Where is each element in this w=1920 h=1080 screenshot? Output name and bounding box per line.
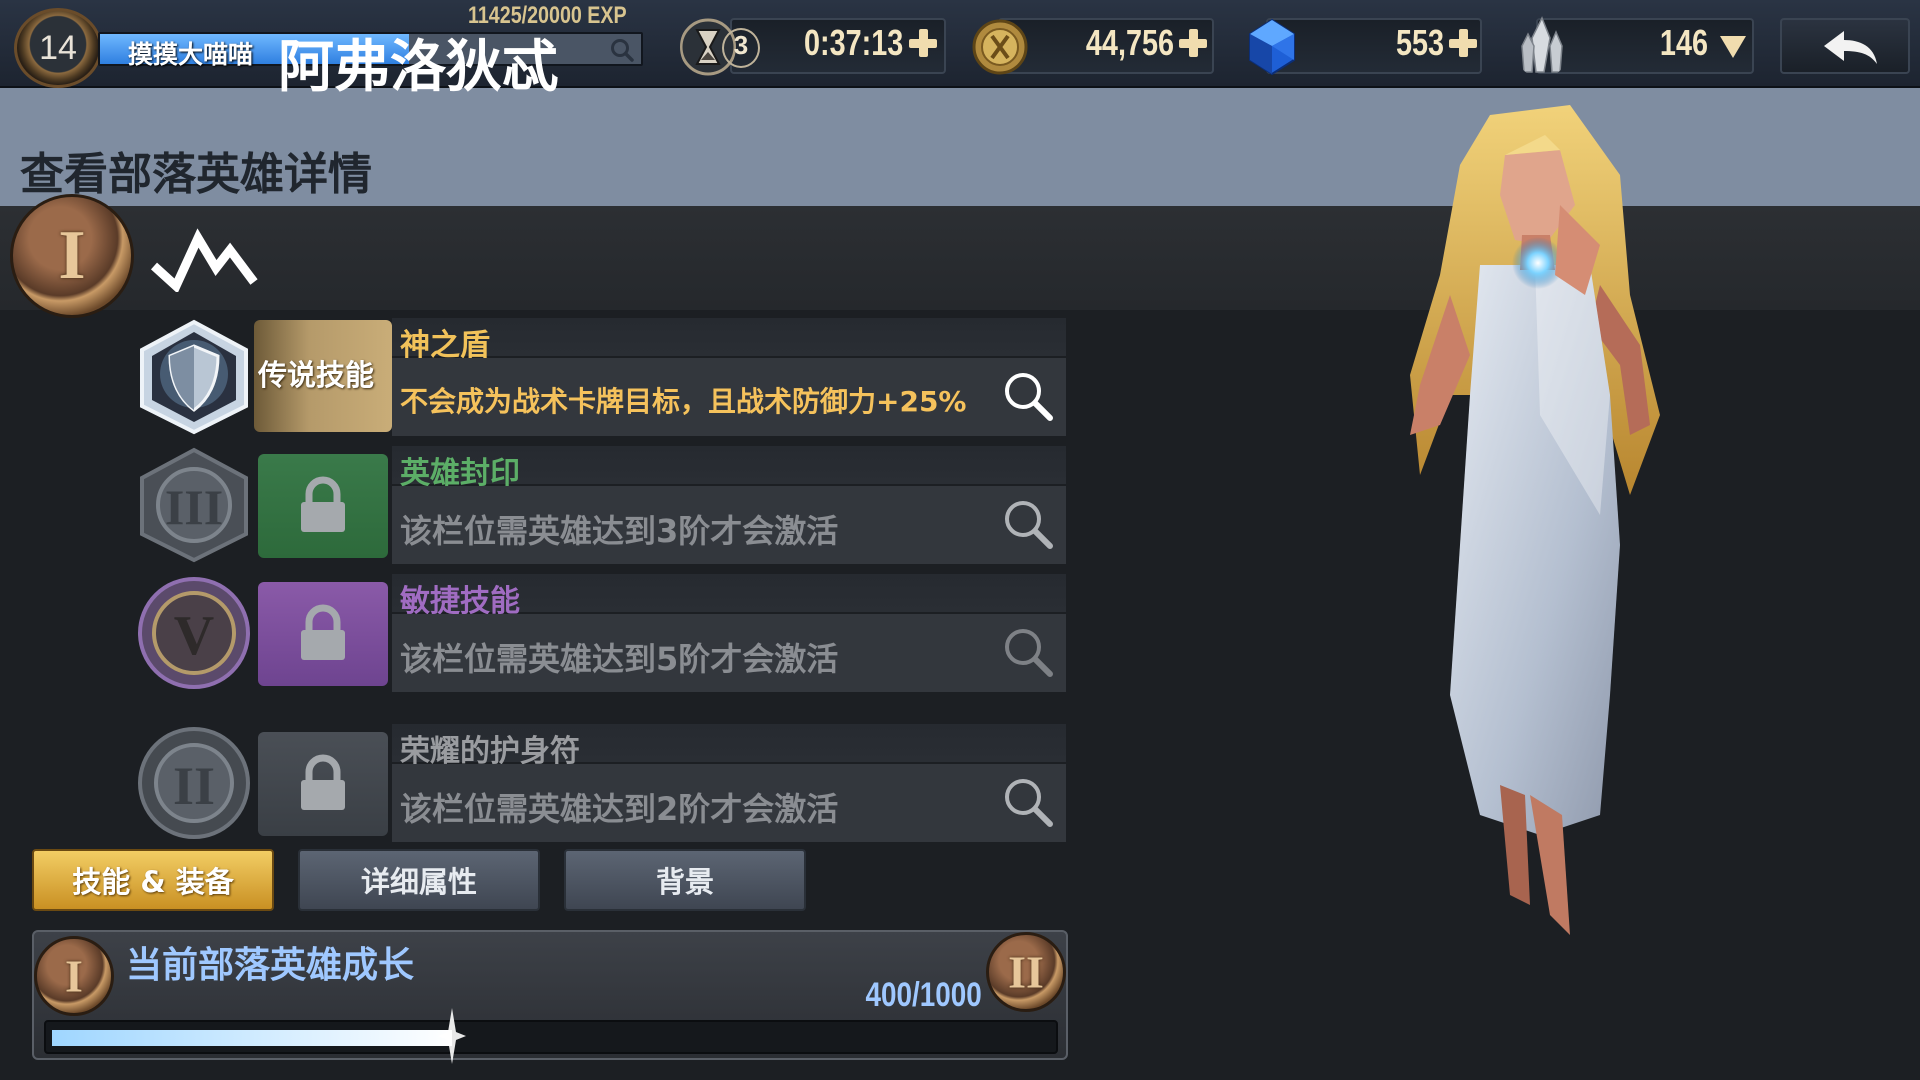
tab-skills-equipment[interactable]: 技能 & 装备 xyxy=(32,849,274,911)
skill-description: 该栏位需英雄达到3阶才会激活 xyxy=(400,512,839,550)
gems-value: 553 xyxy=(1395,22,1444,63)
timer-value: 0:37:13 xyxy=(804,22,904,63)
player-level-badge[interactable]: 14 xyxy=(14,8,102,88)
locked-slot xyxy=(258,582,388,686)
next-tier: II xyxy=(1008,946,1044,998)
search-icon[interactable] xyxy=(1000,368,1056,424)
gold-plus-button[interactable] xyxy=(1178,28,1208,58)
skill-description: 该栏位需英雄达到5阶才会激活 xyxy=(400,640,839,678)
mountain-class-icon xyxy=(150,228,258,292)
shield-skill-icon xyxy=(140,319,248,435)
lock-icon xyxy=(301,754,345,810)
hero-tier: I xyxy=(58,217,86,294)
current-tier: I xyxy=(65,950,83,1002)
blue-gem-icon xyxy=(1249,18,1295,76)
tier-three-emblem-icon: III xyxy=(140,447,248,563)
gold-value: 44,756 xyxy=(1085,22,1174,63)
hero-growth-panel: I 当前部落英雄成长 400/1000 II xyxy=(32,930,1068,1064)
skill-slot-seal[interactable]: III 英雄封印 该栏位需英雄达到3阶才会激活 xyxy=(134,446,1066,564)
gems-plus-button[interactable] xyxy=(1448,28,1478,58)
svg-text:III: III xyxy=(165,479,223,535)
hero-tier-coin: I xyxy=(10,194,134,318)
tab-background[interactable]: 背景 xyxy=(564,849,806,911)
growth-title: 当前部落英雄成长 xyxy=(126,945,415,986)
skill-slot-legendary[interactable]: 传说技能 神之盾 不会成为战术卡牌目标，且战术防御力+25% xyxy=(134,318,1066,436)
crystals-value: 146 xyxy=(1659,22,1708,63)
crystal-icon xyxy=(1521,16,1563,73)
timer-count-badge: 3 xyxy=(722,28,760,68)
back-arrow-icon xyxy=(1824,31,1877,64)
growth-value: 400/1000 xyxy=(865,976,982,1014)
skill-header xyxy=(392,318,1066,356)
search-icon[interactable] xyxy=(1000,496,1056,552)
skill-slot-agility[interactable]: V 敏捷技能 该栏位需英雄达到5阶才会激活 xyxy=(134,574,1066,692)
search-icon[interactable] xyxy=(609,37,635,63)
legendary-badge-label: 传说技能 xyxy=(258,358,375,392)
hero-character-portrait xyxy=(1410,105,1660,935)
current-tier-coin: I xyxy=(34,936,114,1016)
legendary-badge: 传说技能 xyxy=(254,320,392,432)
tab-detailed-attributes[interactable]: 详细属性 xyxy=(298,849,540,911)
search-icon[interactable] xyxy=(1000,774,1056,830)
locked-slot xyxy=(258,732,388,836)
growth-progress-bar xyxy=(44,1008,1058,1064)
progress-spark-icon xyxy=(438,1008,466,1064)
coin-icon xyxy=(972,19,1028,75)
hero-name: 阿弗洛狄忒 xyxy=(278,35,558,100)
next-tier-coin: II xyxy=(986,932,1066,1012)
svg-text:II: II xyxy=(173,756,215,816)
growth-progress-fill xyxy=(52,1030,452,1046)
tier-two-emblem-icon: II xyxy=(138,727,250,839)
skill-description: 不会成为战术卡牌目标，且战术防御力+25% xyxy=(400,385,967,418)
player-level: 14 xyxy=(39,28,77,67)
search-icon[interactable] xyxy=(1000,624,1056,680)
skill-description: 该栏位需英雄达到2阶才会激活 xyxy=(400,790,839,828)
player-name: 摸摸大喵喵 xyxy=(128,40,254,69)
lock-icon xyxy=(301,476,345,532)
locked-slot xyxy=(258,454,388,558)
back-button[interactable] xyxy=(1780,18,1910,74)
chevron-down-icon[interactable] xyxy=(1718,34,1748,60)
page-title: 查看部落英雄详情 xyxy=(20,149,372,200)
skill-slot-amulet[interactable]: II 荣耀的护身符 该栏位需英雄达到2阶才会激活 xyxy=(134,724,1066,842)
tier-five-emblem-icon: V xyxy=(138,577,250,689)
timer-plus-button[interactable] xyxy=(908,28,938,58)
svg-text:V: V xyxy=(174,605,214,667)
lock-icon xyxy=(301,604,345,660)
